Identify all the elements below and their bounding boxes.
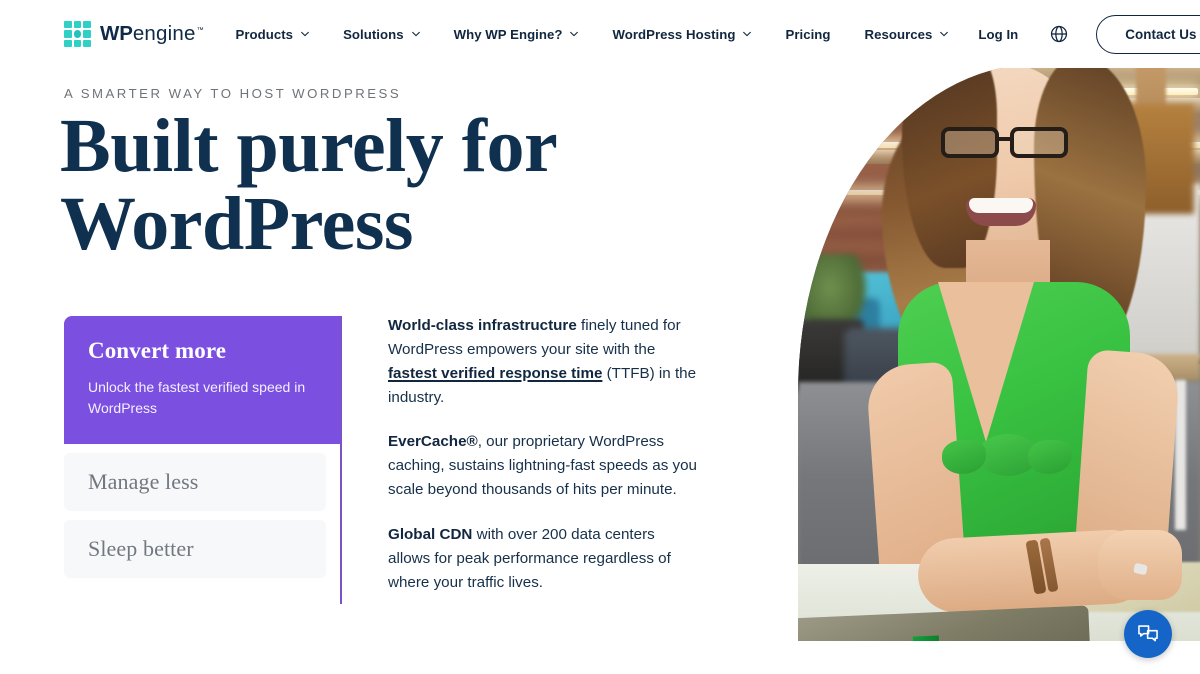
nav-label: Products bbox=[235, 26, 294, 42]
nav-item-why-wp-engine[interactable]: Why WP Engine? bbox=[454, 21, 579, 48]
hero-body-copy: World-class infrastructure finely tuned … bbox=[388, 314, 698, 595]
copy-bold-world-class: World-class infrastructure bbox=[388, 317, 577, 334]
nav-item-pricing[interactable]: Pricing bbox=[785, 21, 830, 48]
wp-engine-logo[interactable]: WPengine™ bbox=[64, 20, 204, 48]
site-header: WPengine™ Products Solutions Why WP Engi… bbox=[0, 0, 1200, 68]
nav-label: Resources bbox=[864, 26, 933, 42]
globe-icon[interactable] bbox=[1048, 23, 1070, 45]
copy-paragraph-global-cdn: Global CDN with over 200 data centers al… bbox=[388, 523, 698, 595]
nav-label: Solutions bbox=[343, 26, 404, 42]
chevron-down-icon bbox=[569, 29, 579, 38]
nav-item-solutions[interactable]: Solutions bbox=[343, 21, 420, 48]
accordion-item-convert-more[interactable]: Convert more Unlock the fastest verified… bbox=[64, 316, 342, 444]
copy-paragraph-infrastructure: World-class infrastructure finely tuned … bbox=[388, 314, 698, 409]
chat-bubbles-icon bbox=[1138, 625, 1158, 642]
accordion-item-label: Sleep better bbox=[88, 535, 194, 561]
copy-paragraph-evercache: EverCache®, our proprietary WordPress ca… bbox=[388, 430, 698, 502]
copy-bold-evercache: EverCache® bbox=[388, 433, 478, 451]
chevron-down-icon bbox=[742, 29, 752, 38]
accordion-vertical-rule bbox=[340, 316, 342, 604]
chat-widget-button[interactable] bbox=[1124, 610, 1172, 658]
accordion-item-manage-less[interactable]: Manage less bbox=[64, 452, 326, 511]
chevron-down-icon bbox=[411, 29, 420, 38]
primary-navigation: Products Solutions Why WP Engine? WordPr… bbox=[236, 21, 865, 48]
page-root: WPengine™ Products Solutions Why WP Engi… bbox=[0, 0, 1200, 674]
logo-trademark: ™ bbox=[196, 27, 204, 35]
accordion-item-sleep-better[interactable]: Sleep better bbox=[64, 519, 326, 578]
nav-item-resources[interactable]: Resources bbox=[865, 21, 949, 48]
accordion-active-body: Unlock the fastest verified speed in Wor… bbox=[88, 379, 306, 417]
chevron-down-icon bbox=[939, 29, 949, 38]
page-title: Built purely for WordPress bbox=[60, 104, 556, 266]
hero-eyebrow: A SMARTER WAY TO HOST WORDPRESS bbox=[64, 86, 402, 101]
nav-label: Pricing bbox=[785, 26, 831, 42]
nav-item-products[interactable]: Products bbox=[236, 21, 310, 48]
nav-item-log-in[interactable]: Log In bbox=[978, 21, 1018, 48]
accordion: Convert more Unlock the fastest verified… bbox=[64, 316, 342, 578]
wp-engine-grid-logo-icon bbox=[64, 20, 91, 48]
accordion-item-label: Manage less bbox=[88, 468, 199, 494]
nav-label: WordPress Hosting bbox=[612, 26, 736, 42]
contact-us-button[interactable]: Contact Us bbox=[1096, 14, 1200, 54]
hero-photo-canvas bbox=[798, 64, 1200, 641]
copy-bold-global-cdn: Global CDN bbox=[388, 526, 473, 544]
secondary-navigation: Resources Log In Contact Us bbox=[865, 14, 1200, 54]
accordion-active-title: Convert more bbox=[88, 338, 227, 363]
hero-photo bbox=[798, 64, 1200, 641]
logo-wordmark-light: engine bbox=[132, 22, 196, 45]
chevron-down-icon bbox=[300, 29, 309, 38]
nav-label: Why WP Engine? bbox=[453, 26, 563, 42]
fastest-verified-response-time-link[interactable]: fastest verified response time bbox=[388, 365, 602, 382]
logo-wordmark-bold: WP bbox=[100, 22, 133, 45]
logo-wordmark: WPengine™ bbox=[100, 22, 204, 46]
nav-label: Log In bbox=[978, 26, 1019, 42]
nav-item-wordpress-hosting[interactable]: WordPress Hosting bbox=[612, 21, 752, 48]
